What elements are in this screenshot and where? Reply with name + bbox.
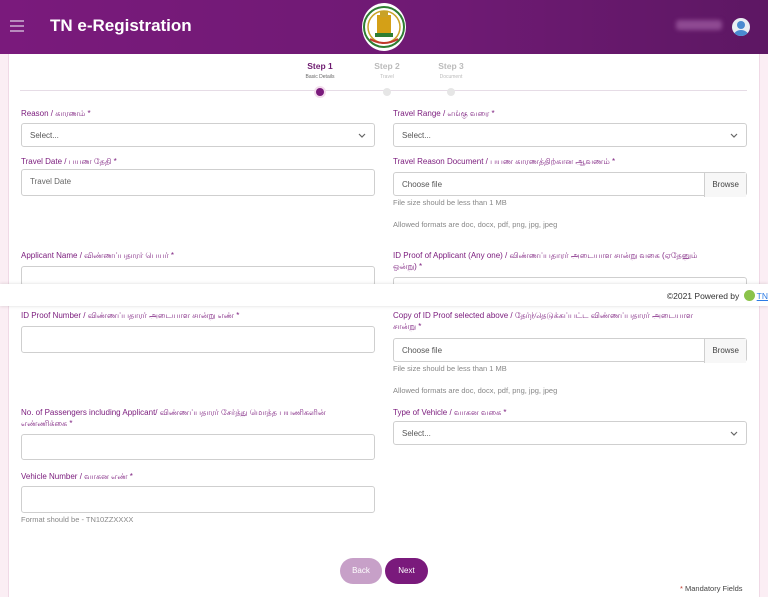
page-background-right xyxy=(760,54,768,597)
id-proof-label-line1: ID Proof of Applicant (Any one) / விண்ணப… xyxy=(393,251,698,260)
step-2[interactable]: Step 2 Travel xyxy=(357,61,417,96)
tn-logo-icon xyxy=(743,290,755,301)
travel-doc-label: Travel Reason Document / பயண காரணத்திற்க… xyxy=(393,157,616,166)
travel-doc-file-input[interactable]: Choose file Browse xyxy=(393,172,747,197)
tn-emblem-icon xyxy=(362,3,406,51)
vehicle-type-label: Type of Vehicle / வாகன வகை * xyxy=(393,408,507,417)
id-copy-browse-button[interactable]: Browse xyxy=(704,339,746,363)
id-copy-label-line2: சான்று * xyxy=(393,322,422,331)
reason-label: Reason / காரணம் * xyxy=(21,109,91,118)
page-background-left xyxy=(0,54,8,597)
footer-tn-link[interactable]: TN xyxy=(757,291,768,301)
travel-range-label: Travel Range / எங்கு வரை * xyxy=(393,109,495,118)
reason-select[interactable]: Select... xyxy=(21,123,375,147)
id-copy-format-hint: Allowed formats are doc, docx, pdf, png,… xyxy=(393,386,558,395)
copyright-label: ©2021 Powered by xyxy=(666,291,740,301)
step-3-sub: Document xyxy=(439,74,463,80)
mandatory-note-text: Mandatory Fields xyxy=(685,584,743,593)
next-button[interactable]: Next xyxy=(385,558,428,584)
mandatory-note: * Mandatory Fields xyxy=(680,584,743,593)
copyright-text: ©2021 Powered by TN xyxy=(667,290,768,301)
id-number-label: ID Proof Number / விண்ணப்பதாரர் அடையாள ச… xyxy=(21,311,240,320)
travel-date-input[interactable]: Travel Date xyxy=(21,169,375,196)
vehicle-number-input[interactable] xyxy=(21,486,375,513)
passengers-label-line1: No. of Passengers including Applicant/ வ… xyxy=(21,408,326,417)
vehicle-number-label: Vehicle Number / வாகன எண் * xyxy=(21,472,133,481)
travel-range-select-value: Select... xyxy=(402,131,431,140)
step-1-sub: Basic Details xyxy=(305,74,335,80)
chevron-down-icon xyxy=(358,133,366,138)
step-1-dot xyxy=(316,88,324,96)
back-button[interactable]: Back xyxy=(340,558,382,584)
id-number-input[interactable] xyxy=(21,326,375,353)
travel-date-label: Travel Date / பயண தேதி * xyxy=(21,157,117,166)
id-copy-size-hint: File size should be less than 1 MB xyxy=(393,364,507,373)
passengers-label-line2: எண்ணிக்கை * xyxy=(21,419,73,428)
mandatory-star: * xyxy=(680,584,683,593)
reason-select-value: Select... xyxy=(30,131,59,140)
vehicle-type-select[interactable]: Select... xyxy=(393,421,747,445)
id-copy-file-input[interactable]: Choose file Browse xyxy=(393,338,747,363)
travel-date-placeholder: Travel Date xyxy=(30,177,72,186)
id-copy-label-line1: Copy of ID Proof selected above / தேர்ந்… xyxy=(393,311,694,320)
travel-range-select[interactable]: Select... xyxy=(393,123,747,147)
footer-bar: ©2021 Powered by TN xyxy=(0,284,768,306)
chevron-down-icon xyxy=(730,133,738,138)
hamburger-icon[interactable] xyxy=(10,20,24,32)
vehicle-type-select-value: Select... xyxy=(402,429,431,438)
id-proof-label-line2: ஒன்று) * xyxy=(393,262,423,271)
step-2-label: Step 2 xyxy=(374,61,400,71)
step-1[interactable]: Step 1 Basic Details xyxy=(290,61,350,96)
user-avatar-icon[interactable] xyxy=(732,18,750,36)
step-1-label: Step 1 xyxy=(307,61,333,71)
travel-doc-size-hint: File size should be less than 1 MB xyxy=(393,198,507,207)
applicant-name-input[interactable] xyxy=(21,266,375,286)
chevron-down-icon xyxy=(730,431,738,436)
top-navbar: TN e-Registration xyxy=(0,0,768,54)
step-2-dot xyxy=(383,88,391,96)
travel-doc-file-text: Choose file xyxy=(402,180,443,189)
app-title: TN e-Registration xyxy=(50,16,192,35)
passengers-input[interactable] xyxy=(21,434,375,460)
travel-doc-format-hint: Allowed formats are doc, docx, pdf, png,… xyxy=(393,220,558,229)
step-3-dot xyxy=(447,88,455,96)
step-3-label: Step 3 xyxy=(438,61,464,71)
applicant-name-label: Applicant Name / விண்ணப்பதாரர் பெயர் * xyxy=(21,251,174,260)
id-copy-file-text: Choose file xyxy=(402,346,443,355)
user-name-blurred xyxy=(676,20,722,30)
vehicle-number-hint: Format should be - TN10ZZXXXX xyxy=(21,515,134,524)
step-2-sub: Travel xyxy=(380,74,394,80)
step-3[interactable]: Step 3 Document xyxy=(421,61,481,96)
travel-doc-browse-button[interactable]: Browse xyxy=(704,173,746,197)
